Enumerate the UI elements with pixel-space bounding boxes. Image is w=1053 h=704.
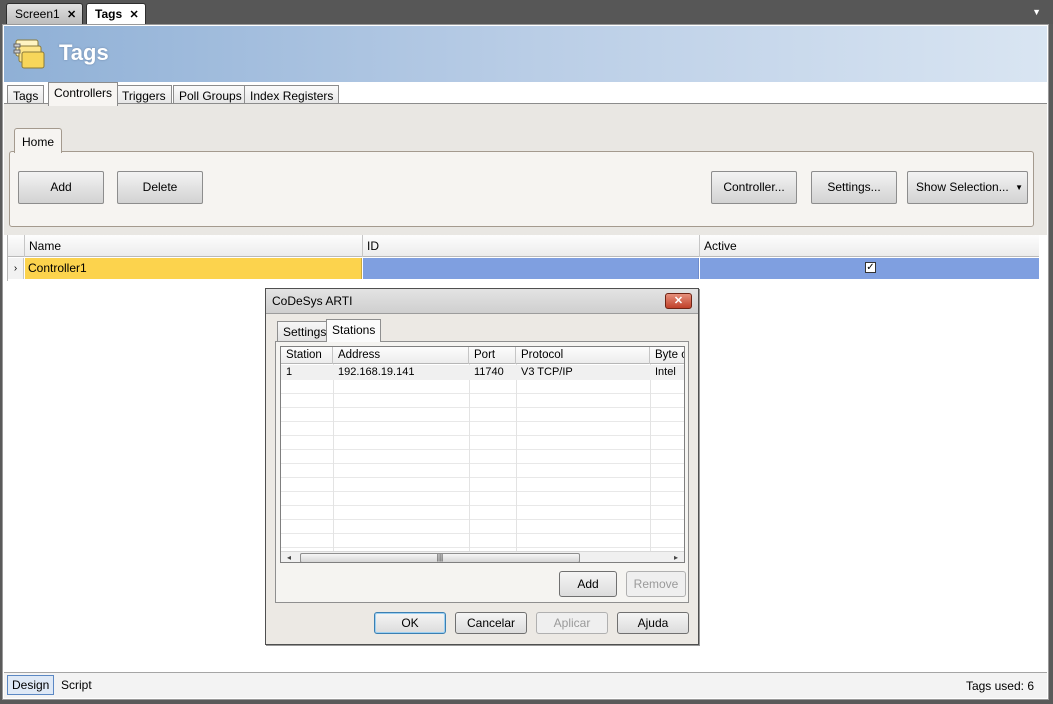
- column-header-address[interactable]: Address: [333, 347, 469, 364]
- settings-button[interactable]: Settings...: [811, 171, 897, 204]
- codesys-arti-dialog: CoDeSys ARTI ✕ Settings Stations Station…: [265, 288, 699, 645]
- column-divider: [333, 364, 334, 551]
- close-icon[interactable]: ✕: [67, 9, 76, 21]
- column-header-active[interactable]: Active: [699, 235, 1039, 257]
- cell-active[interactable]: ✓: [700, 258, 1039, 279]
- add-button[interactable]: Add: [18, 171, 104, 204]
- scroll-right-icon[interactable]: ▸: [670, 552, 682, 562]
- tab-tags[interactable]: Tags: [7, 85, 45, 105]
- cancel-button[interactable]: Cancelar: [455, 612, 527, 634]
- table-row[interactable]: › Controller1 ✓: [8, 258, 1039, 279]
- column-header-name[interactable]: Name: [24, 235, 362, 257]
- row-indicator-icon[interactable]: ›: [8, 258, 24, 279]
- table-row[interactable]: 1 192.168.19.141 11740 V3 TCP/IP Intel: [281, 365, 684, 380]
- stations-grid: Station Address Port Protocol Byte o 1 1…: [280, 346, 685, 563]
- column-header-byte-order[interactable]: Byte o: [650, 347, 684, 364]
- tab-index-registers[interactable]: Index Registers: [244, 85, 340, 105]
- controllers-grid: Name ID Active › Controller1 ✓: [7, 235, 1039, 281]
- page-title: Tags: [59, 40, 109, 65]
- horizontal-scrollbar[interactable]: ◂ ||| ▸: [281, 551, 684, 562]
- scrollbar-thumb[interactable]: |||: [300, 553, 580, 562]
- tab-triggers[interactable]: Triggers: [116, 85, 172, 105]
- column-header-port[interactable]: Port: [469, 347, 516, 364]
- column-divider: [650, 364, 651, 551]
- tab-script[interactable]: Script: [56, 675, 97, 695]
- column-divider: [516, 364, 517, 551]
- close-icon[interactable]: ✕: [129, 9, 138, 21]
- ribbon: Home Add Delete Controller... Settings..…: [4, 103, 1047, 235]
- tab-settings[interactable]: Settings: [277, 321, 333, 341]
- grid-header: Name ID Active: [8, 235, 1039, 257]
- active-checkbox[interactable]: ✓: [865, 262, 876, 273]
- cell-station[interactable]: 1: [281, 365, 333, 380]
- cell-address[interactable]: 192.168.19.141: [333, 365, 469, 380]
- cell-id[interactable]: [363, 258, 699, 279]
- ribbon-panel: Add Delete Controller... Settings... Sho…: [9, 151, 1034, 227]
- tab-controllers[interactable]: Controllers: [48, 82, 119, 106]
- doc-tab-screen1[interactable]: Screen1 ✕: [6, 3, 84, 24]
- tab-poll-groups[interactable]: Poll Groups: [173, 85, 248, 105]
- help-button[interactable]: Ajuda: [617, 612, 689, 634]
- remove-station-button[interactable]: Remove: [626, 571, 686, 597]
- tab-list-dropdown-icon[interactable]: ▼: [1032, 7, 1041, 17]
- dialog-titlebar: CoDeSys ARTI ✕: [266, 289, 698, 314]
- column-divider: [469, 364, 470, 551]
- column-header-protocol[interactable]: Protocol: [516, 347, 650, 364]
- stations-grid-header: Station Address Port Protocol Byte o: [281, 347, 684, 364]
- cell-name[interactable]: Controller1: [25, 258, 362, 279]
- column-header-station[interactable]: Station: [281, 347, 333, 364]
- add-station-button[interactable]: Add: [559, 571, 617, 597]
- doc-tab-tags[interactable]: Tags ✕: [86, 3, 146, 25]
- cell-port[interactable]: 11740: [469, 365, 516, 380]
- empty-rows: [281, 380, 684, 550]
- dropdown-arrow-icon[interactable]: ▼: [1015, 172, 1023, 203]
- document-tab-strip: Screen1 ✕ Tags ✕ ▼: [0, 0, 1053, 25]
- tab-stations[interactable]: Stations: [326, 319, 382, 342]
- tab-design[interactable]: Design: [7, 675, 55, 695]
- ribbon-tab-home[interactable]: Home: [14, 128, 63, 153]
- ok-button[interactable]: OK: [374, 612, 446, 634]
- cell-byte-order[interactable]: Intel: [650, 365, 684, 380]
- show-selection-label: Show Selection...: [916, 180, 1009, 194]
- tags-folder-icon: [13, 39, 45, 69]
- status-bar: Design Script Tags used: 6: [4, 672, 1047, 698]
- doc-tab-tags-label: Tags: [95, 7, 123, 21]
- show-selection-button[interactable]: Show Selection... ▼: [907, 171, 1028, 204]
- tags-used-count: Tags used: 6: [965, 679, 1034, 693]
- stations-panel: Station Address Port Protocol Byte o 1 1…: [275, 341, 689, 603]
- cell-protocol[interactable]: V3 TCP/IP: [516, 365, 650, 380]
- doc-tab-screen1-label: Screen1: [15, 7, 60, 21]
- scroll-left-icon[interactable]: ◂: [283, 552, 295, 562]
- section-tabs: Tags Controllers Triggers Poll Groups In…: [7, 82, 1047, 106]
- close-icon[interactable]: ✕: [665, 293, 692, 309]
- controller-button[interactable]: Controller...: [711, 171, 797, 204]
- dialog-title: CoDeSys ARTI: [272, 294, 353, 308]
- apply-button[interactable]: Aplicar: [536, 612, 608, 634]
- delete-button[interactable]: Delete: [117, 171, 203, 204]
- column-header-id[interactable]: ID: [362, 235, 699, 257]
- page-header: Tags: [4, 26, 1047, 82]
